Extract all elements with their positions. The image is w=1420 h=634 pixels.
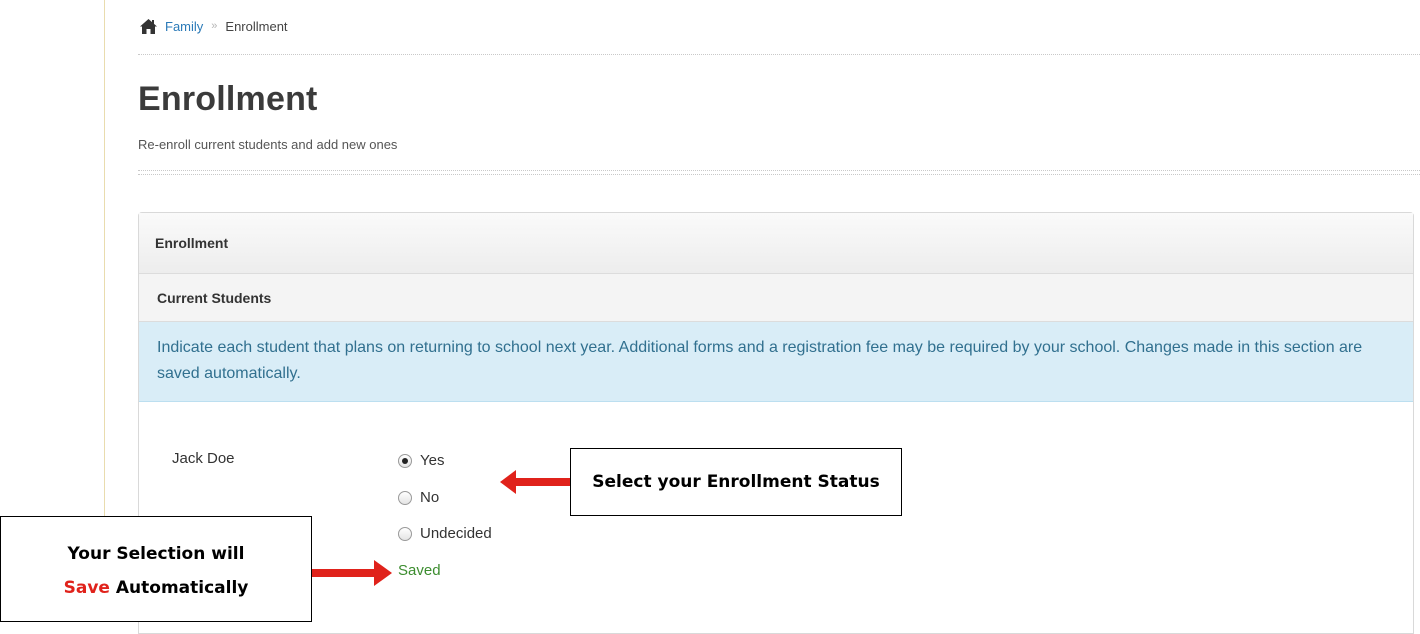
arrow-right-icon	[312, 560, 392, 586]
callout-save-line1: Your Selection will	[67, 544, 245, 564]
saved-status: Saved	[398, 562, 441, 579]
radio-no[interactable]: No	[398, 489, 439, 506]
header-divider	[138, 54, 1420, 55]
student-name: Jack Doe	[172, 450, 235, 467]
breadcrumb: Family » Enrollment	[140, 14, 288, 38]
arrow-left-icon	[500, 470, 572, 494]
callout-save-accent: Save	[63, 578, 110, 598]
page-title: Enrollment	[138, 80, 318, 118]
callout-save-line2: Save Automatically	[1, 571, 311, 605]
breadcrumb-link-family[interactable]: Family	[165, 19, 203, 34]
radio-undecided-label: Undecided	[420, 525, 492, 542]
enrollment-status-callout: Select your Enrollment Status	[570, 448, 902, 516]
breadcrumb-current: Enrollment	[225, 18, 288, 34]
home-icon[interactable]	[140, 18, 157, 34]
title-divider	[138, 170, 1420, 175]
radio-no-label: No	[420, 489, 440, 506]
current-students-heading: Current Students	[139, 274, 1413, 322]
radio-yes-label: Yes	[420, 452, 445, 469]
page-subtitle: Re-enroll current students and add new o…	[138, 137, 398, 152]
radio-no-indicator[interactable]	[398, 490, 412, 505]
callout-save-rest: Automatically	[115, 578, 249, 598]
radio-undecided[interactable]: Undecided	[398, 525, 492, 542]
radio-yes-indicator[interactable]	[398, 453, 412, 468]
callout-status-text: Select your Enrollment Status	[592, 472, 880, 492]
auto-save-callout: Your Selection will Save Automatically	[0, 516, 312, 622]
breadcrumb-separator: »	[211, 20, 218, 32]
radio-undecided-indicator[interactable]	[398, 526, 412, 541]
info-alert: Indicate each student that plans on retu…	[139, 322, 1413, 402]
panel-title: Enrollment	[139, 213, 1413, 274]
radio-yes[interactable]: Yes	[398, 452, 444, 469]
